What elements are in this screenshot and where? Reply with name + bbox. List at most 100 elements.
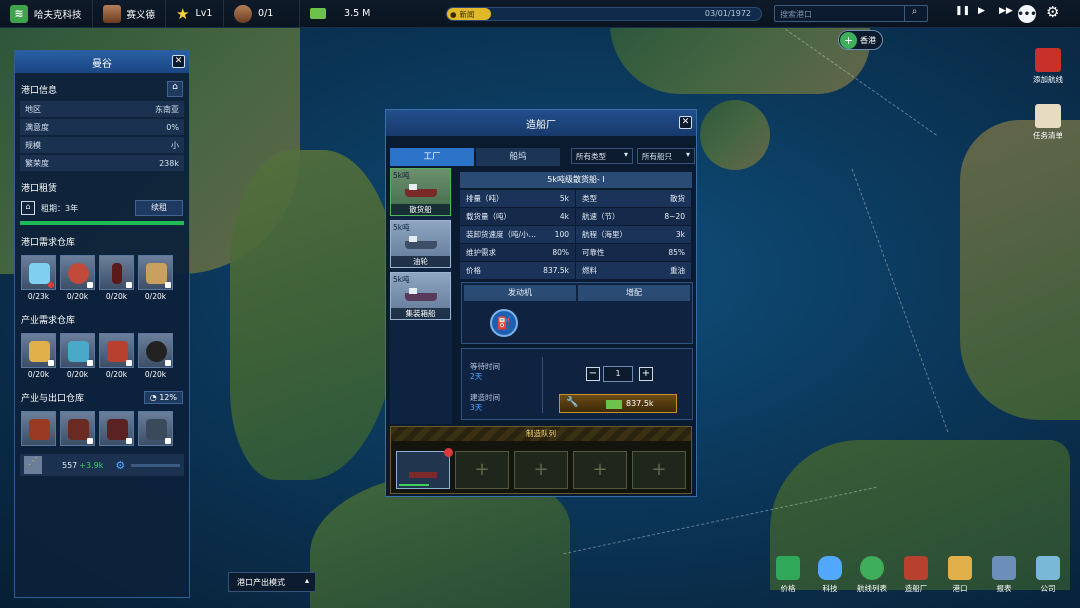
build-queue: 制造队列 + + + + (390, 426, 692, 494)
play-button[interactable]: ▶ (978, 6, 985, 16)
queue-slot-empty[interactable]: + (573, 451, 627, 489)
level-info[interactable]: ★ Lv1 (166, 0, 225, 28)
ship-filter[interactable]: 所有船只 (637, 148, 695, 164)
stat-value: 8~20 (664, 212, 685, 221)
nav-company[interactable]: 公司 (1026, 556, 1070, 594)
wrench-icon: 🔧 (566, 397, 579, 408)
close-icon[interactable]: ✕ (172, 55, 185, 68)
settings-gear-icon[interactable]: ⚙ (1046, 3, 1059, 21)
search-icon[interactable]: ⌕ (904, 6, 924, 21)
ship-count-info[interactable]: 0/1 (224, 0, 301, 28)
grain-icon: ⋰ (24, 456, 42, 474)
nav-tech[interactable]: 科技 (808, 556, 852, 594)
route-line (851, 168, 949, 433)
tab-dock[interactable]: 船坞 (476, 148, 560, 166)
map-land-china (610, 24, 870, 94)
industry-slot[interactable]: 0/20k (99, 333, 134, 379)
port-search-input[interactable]: 搜索港口 ⌕ (774, 5, 928, 22)
queue-slot-empty[interactable]: + (455, 451, 509, 489)
demand-slot[interactable]: 0/20k (60, 255, 95, 301)
stat-value: 80% (552, 248, 569, 257)
fast-forward-button[interactable]: ▶▶ (999, 6, 1013, 16)
tab-factory[interactable]: 工厂 (390, 148, 474, 166)
renew-button[interactable]: 续租 (135, 200, 183, 216)
factory-icon (107, 419, 128, 440)
industry-amount: 0/20k (144, 370, 167, 379)
tab-equipment[interactable]: 增配 (578, 285, 690, 301)
info-value: 0% (166, 122, 179, 132)
hong-kong-port-marker[interactable]: + 香港 (838, 30, 883, 50)
industry-slot[interactable]: 0/20k (21, 333, 56, 379)
info-key: 地区 (25, 104, 41, 114)
quantity-input[interactable]: 1 (603, 366, 633, 382)
stat-row: 航速（节） 8~20 (576, 208, 691, 225)
export-pct[interactable]: ◔ 12% (143, 390, 183, 404)
ship-bridge (409, 184, 417, 190)
task-list-button[interactable]: 任务清单 (1028, 104, 1068, 141)
company-info[interactable]: ≋ 哈夫克科技 (0, 0, 93, 28)
export-slot[interactable] (99, 411, 134, 446)
queue-slot-active[interactable] (396, 448, 453, 489)
container-icon (1035, 48, 1061, 72)
increase-quantity-button[interactable]: + (639, 367, 653, 381)
stat-row: 可靠性 85% (576, 244, 691, 261)
info-value: 东南亚 (155, 104, 179, 114)
nav-reports[interactable]: 报表 (982, 556, 1026, 594)
nav-routes[interactable]: 航线列表 (850, 556, 894, 594)
gears-icon: ⚙ (115, 458, 126, 472)
timeline-bar[interactable]: ● 新闻 03/01/1972 (446, 7, 762, 21)
queue-slot-empty[interactable]: + (514, 451, 568, 489)
tire-icon (146, 341, 167, 362)
build-button[interactable]: 🔧 837.5k (559, 394, 677, 413)
lock-icon (126, 282, 132, 288)
shipyard-header: 造船厂 ✕ (386, 110, 696, 136)
port-title: 曼谷 (92, 58, 112, 70)
grain-icon (29, 341, 50, 362)
add-route-button[interactable]: 添加航线 (1028, 48, 1068, 85)
queue-slot-empty[interactable]: + (632, 451, 686, 489)
stat-value: 5k (559, 194, 569, 203)
lock-icon (165, 360, 171, 366)
port-output-mode-button[interactable]: 港口产出模式 (228, 572, 316, 592)
news-badge[interactable]: ● 新闻 (447, 8, 491, 20)
company-name: 哈夫克科技 (34, 9, 82, 21)
industry-slot[interactable]: 0/20k (138, 333, 173, 379)
nav-port[interactable]: 港口 (938, 556, 982, 594)
export-title: 产业与出口仓库 (21, 393, 85, 404)
ship-card-tanker[interactable]: 5k吨 油轮 (390, 220, 451, 268)
export-slot[interactable] (138, 411, 173, 446)
close-icon[interactable]: ✕ (679, 116, 692, 129)
export-slot[interactable] (21, 411, 56, 446)
industry-slot[interactable]: 0/20k (60, 333, 95, 379)
fiber-icon (68, 341, 89, 362)
engine-icon[interactable]: ⛽ (490, 309, 518, 337)
remove-badge-icon[interactable] (444, 448, 453, 457)
info-key: 繁荣度 (25, 158, 49, 168)
ship-card-container[interactable]: 5k吨 集装箱船 (390, 272, 451, 320)
demand-amount: 0/20k (105, 292, 128, 301)
nav-shipyard[interactable]: 造船厂 (894, 556, 938, 594)
decrease-quantity-button[interactable]: − (586, 367, 600, 381)
tab-engine[interactable]: 发动机 (464, 285, 576, 301)
ship-name: 油轮 (391, 256, 450, 267)
gift-icon[interactable]: ⌂ (167, 81, 183, 97)
more-icon[interactable]: ••• (1017, 5, 1037, 23)
info-row: 规模 小 (20, 137, 184, 153)
ceo-info[interactable]: 赛义德 (93, 0, 167, 28)
divider (542, 357, 543, 413)
grain-amount: 557 (62, 460, 78, 470)
demand-slot[interactable]: 0/23k (21, 255, 56, 301)
demand-slot[interactable]: 0/20k (99, 255, 134, 301)
pause-button[interactable]: ❚❚ (955, 6, 970, 16)
export-header: 产业与出口仓库 ◔ 12% (15, 387, 189, 407)
export-slot[interactable] (60, 411, 95, 446)
stat-value: 837.5k (543, 266, 569, 275)
building-icon (1036, 556, 1060, 580)
ship-icon (904, 556, 928, 580)
type-filter[interactable]: 所有类型 (571, 148, 633, 164)
ship-icon (405, 189, 437, 197)
nav-price[interactable]: 价格 (766, 556, 810, 594)
ship-card-bulk[interactable]: 5k吨 散货船 (390, 168, 451, 216)
demand-slot[interactable]: 0/20k (138, 255, 173, 301)
money-info[interactable]: 3.5 M (300, 0, 400, 28)
